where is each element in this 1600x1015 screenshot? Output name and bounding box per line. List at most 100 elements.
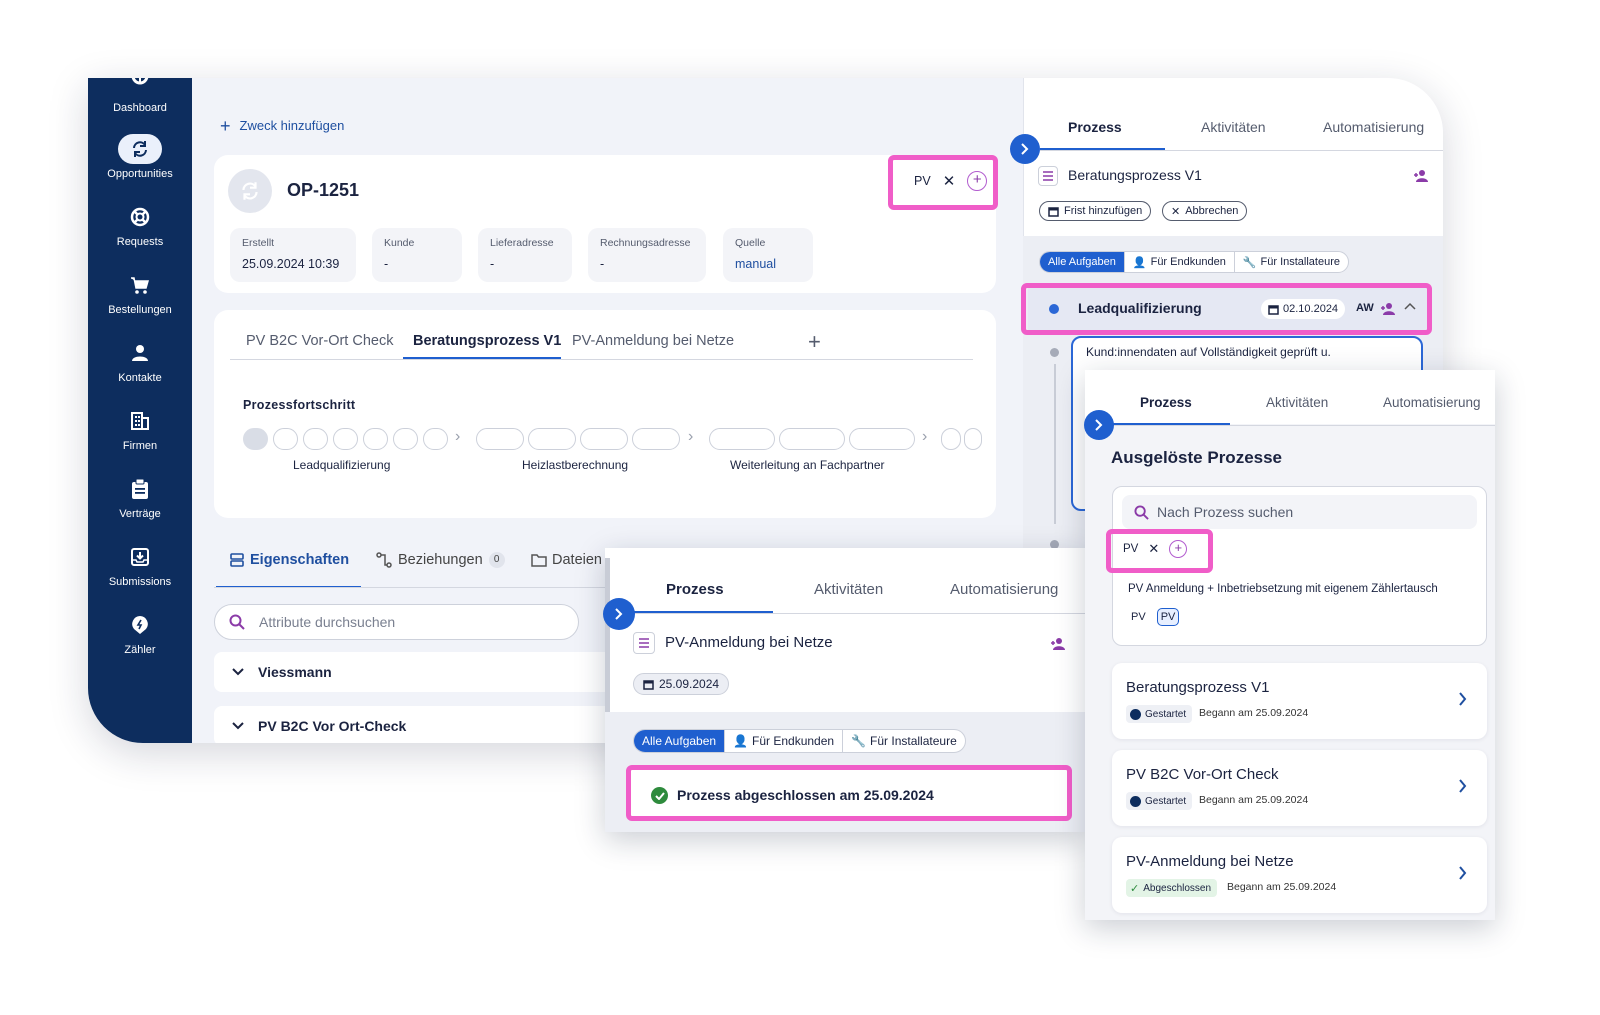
add-process-tab-button[interactable]: + [808,329,821,355]
plus-icon: + [220,115,231,136]
tab-automatisierung[interactable]: Automatisierung [1323,119,1424,135]
add-person-icon[interactable] [1413,169,1429,183]
calendar-icon [643,679,654,690]
tab-aktivitaeten[interactable]: Aktivitäten [1201,119,1266,135]
progress-step [363,428,388,450]
filter-installateure[interactable]: 🔧 Für Installateure [842,730,965,752]
tag-label: PV [1156,608,1180,626]
sidebar-item-kontakte[interactable]: Kontakte [88,338,192,398]
tab-eigenschaften[interactable]: Eigenschaften [230,552,349,568]
tab-label: Dateien [552,552,602,568]
process-name: Beratungsprozess V1 [1126,679,1270,696]
section-pv-b2c[interactable]: PV B2C Vor Ort-Check [214,706,614,743]
meter-icon [118,610,162,640]
chevron-right-icon [1021,143,1029,155]
suggestion-tags: PV PV [1128,608,1180,626]
process-card-beratungsprozess[interactable]: Beratungsprozess V1 Gestartet Begann am … [1112,663,1487,739]
filter-label: Alle Aufgaben [642,734,717,748]
filter-label: Alle Aufgaben [1048,256,1116,268]
chevron-right-icon [615,608,623,620]
tab-prozess[interactable]: Prozess [666,581,724,598]
meta-erstellt: Erstellt 25.09.2024 10:39 [230,228,356,282]
section-title: PV B2C Vor Ort-Check [258,718,407,734]
sidebar-item-label: Opportunities [107,168,173,180]
filter-installateure[interactable]: 🔧 Für Installateure [1233,252,1348,272]
progress-step [632,428,680,450]
tab-prozess[interactable]: Prozess [1068,119,1122,135]
sidebar-item-opportunities[interactable]: Opportunities [88,134,192,194]
chevron-right-icon[interactable] [1459,866,1467,880]
collapse-panel-button[interactable] [603,598,635,630]
sidebar-item-bestellungen[interactable]: Bestellungen [88,270,192,330]
panel-title: Ausgelöste Prozesse [1111,448,1283,467]
sidebar-item-vertraege[interactable]: Verträge [88,474,192,534]
tab-beratungsprozess[interactable]: Beratungsprozess V1 [413,333,561,349]
meta-label: Erstellt [242,237,275,249]
filter-endkunden[interactable]: 👤 Für Endkunden [1123,252,1234,272]
add-person-icon[interactable] [1050,637,1066,651]
filter-label: Für Installateure [870,734,957,748]
collapse-panel-button[interactable] [1010,134,1040,164]
sidebar-item-label: Dashboard [113,102,167,114]
add-deadline-button[interactable]: Frist hinzufügen [1039,201,1152,221]
process-name: PV B2C Vor-Ort Check [1126,766,1279,783]
folder-icon [531,554,547,567]
calendar-icon [1048,206,1059,217]
tab-pv-b2c[interactable]: PV B2C Vor-Ort Check [246,333,393,349]
opportunity-id: OP-1251 [287,180,360,200]
tab-pv-anmeldung[interactable]: PV-Anmeldung bei Netze [572,333,734,349]
add-purpose-button[interactable]: + Zweck hinzufügen [220,115,344,136]
progress-step [779,428,845,450]
progress-step [243,428,268,450]
chevron-right-icon[interactable] [1459,779,1467,793]
sidebar-item-label: Submissions [108,576,172,588]
sidebar-item-firmen[interactable]: Firmen [88,406,192,466]
tab-automatisierung[interactable]: Automatisierung [1383,395,1481,410]
tabs-divider [605,613,1085,614]
tab-aktivitaeten[interactable]: Aktivitäten [814,581,883,598]
process-search-input[interactable]: Nach Prozess suchen [1122,495,1477,529]
process-date: 25.09.2024 [659,677,720,691]
task-filter-group: Alle Aufgaben 👤 Für Endkunden 🔧 Für Instal… [1039,251,1349,273]
meta-value[interactable]: manual [735,257,801,271]
meta-value: - [490,257,495,271]
inbox-icon [118,542,162,572]
filter-alle-aufgaben[interactable]: Alle Aufgaben [634,730,725,752]
tab-dateien[interactable]: Dateien [531,552,602,568]
progress-step [941,428,961,450]
filter-alle-aufgaben[interactable]: Alle Aufgaben [1040,252,1124,272]
tab-beziehungen[interactable]: Beziehungen 0 [376,552,505,568]
process-card-pv-anmeldung[interactable]: PV-Anmeldung bei Netze ✓ Abgeschlossen B… [1112,837,1487,913]
began-date: Begann am 25.09.2024 [1227,881,1337,893]
collapse-panel-button[interactable] [1084,410,1114,440]
task-filter-group: Alle Aufgaben 👤 Für Endkunden 🔧 Für Instal… [633,729,966,753]
meta-kunde: Kunde - [372,228,462,282]
tab-aktivitaeten[interactable]: Aktivitäten [1266,395,1328,410]
chevron-right-icon[interactable] [1459,692,1467,706]
attribute-search-input[interactable]: Attribute durchsuchen [214,604,579,640]
tab-label: Eigenschaften [250,552,350,568]
tab-prozess[interactable]: Prozess [1140,395,1192,410]
tab-automatisierung[interactable]: Automatisierung [950,581,1058,598]
meta-value: - [384,257,389,271]
section-viessmann[interactable]: Viessmann [214,652,614,692]
process-card-pv-b2c[interactable]: PV B2C Vor-Ort Check Gestartet Begann am… [1112,750,1487,826]
sidebar-item-zaehler[interactable]: Zähler [88,610,192,670]
highlight-task-row [1021,283,1432,335]
lifebuoy-icon [118,202,162,232]
sidebar-item-submissions[interactable]: Submissions [88,542,192,602]
menu-icon[interactable] [633,632,655,654]
cart-icon [118,270,162,300]
sidebar-item-dashboard[interactable]: Dashboard [88,78,192,138]
filter-endkunden[interactable]: 👤 Für Endkunden [724,730,842,752]
sidebar-item-requests[interactable]: Requests [88,202,192,262]
suggested-process[interactable]: PV Anmeldung + Inbetriebsetzung mit eige… [1128,583,1438,595]
cancel-button[interactable]: ✕ Abbrechen [1162,201,1248,221]
filter-label: Für Installateure [1260,256,1340,268]
status-badge: Gestartet [1126,705,1193,723]
count-badge: 0 [488,552,505,568]
progress-step [333,428,358,450]
menu-icon[interactable] [1038,166,1058,186]
progress-step [423,428,448,450]
process-date-chip[interactable]: 25.09.2024 [633,673,730,695]
